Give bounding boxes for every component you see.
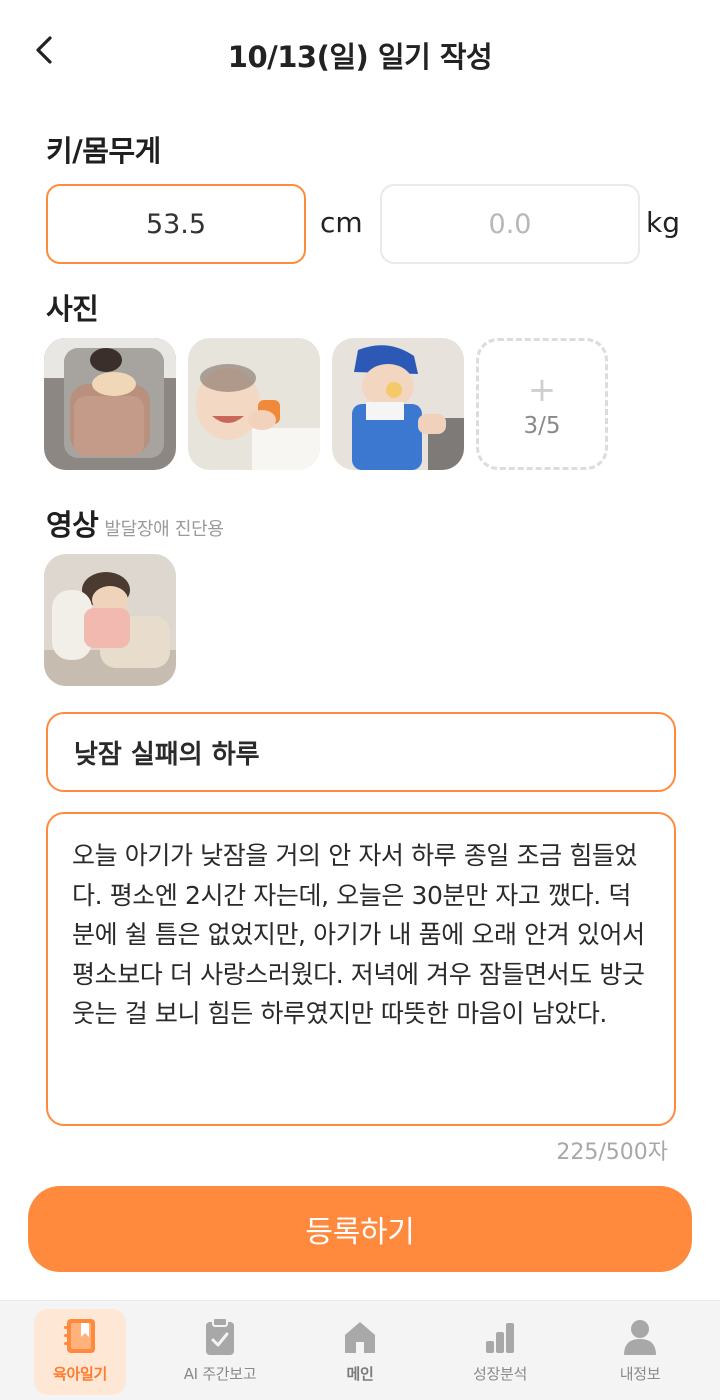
- video-section-label: 영상 발달장애 진단용: [46, 502, 224, 544]
- video-thumbnail[interactable]: [44, 554, 176, 686]
- diary-title-input[interactable]: 낮잠 실패의 하루: [46, 712, 676, 792]
- tab-diary[interactable]: 육아일기: [34, 1309, 126, 1395]
- weight-unit: kg: [646, 206, 680, 239]
- diary-body-textarea[interactable]: 오늘 아기가 낮잠을 거의 안 자서 하루 종일 조금 힘들었다. 평소엔 2시…: [46, 812, 676, 1126]
- bottom-tab-bar: 육아일기 AI 주간보고 메인 성장분석 내정보: [0, 1300, 720, 1400]
- clipboard-icon: [206, 1317, 234, 1355]
- char-count: 225/500자: [556, 1140, 668, 1165]
- weight-input[interactable]: 0.0: [380, 184, 640, 264]
- tab-ai-weekly-report-label: AI 주간보고: [183, 1365, 257, 1383]
- tab-ai-weekly-report[interactable]: AI 주간보고: [174, 1309, 266, 1395]
- page-title: 10/13(일) 일기 작성: [227, 40, 493, 74]
- photo-thumbnail-1[interactable]: [44, 338, 176, 470]
- tab-main-label: 메인: [346, 1365, 374, 1383]
- tab-growth-analysis[interactable]: 성장분석: [454, 1309, 546, 1395]
- tab-growth-analysis-label: 성장분석: [472, 1365, 527, 1383]
- plus-icon: +: [527, 370, 557, 410]
- photo-section-label: 사진: [46, 292, 99, 326]
- person-icon: [624, 1320, 656, 1355]
- tab-my-info-label: 내정보: [619, 1365, 661, 1383]
- tab-main[interactable]: 메인: [314, 1309, 406, 1395]
- submit-button[interactable]: 등록하기: [28, 1186, 692, 1272]
- video-label: 영상: [46, 508, 99, 542]
- add-photo-button[interactable]: + 3/5: [476, 338, 608, 470]
- height-input[interactable]: 53.5: [46, 184, 306, 264]
- bar-chart-icon: [486, 1323, 514, 1353]
- measure-section-label: 키/몸무게: [46, 134, 161, 168]
- diary-icon: [64, 1319, 95, 1353]
- photo-count: 3/5: [523, 413, 561, 439]
- tab-diary-label: 육아일기: [52, 1365, 107, 1383]
- tab-my-info[interactable]: 내정보: [594, 1309, 686, 1395]
- photo-thumbnail-2[interactable]: [188, 338, 320, 470]
- home-icon: [345, 1322, 375, 1353]
- photo-thumbnail-3[interactable]: [332, 338, 464, 470]
- height-unit: cm: [320, 206, 363, 239]
- video-sublabel: 발달장애 진단용: [104, 519, 224, 540]
- header: 10/13(일) 일기 작성: [0, 0, 720, 104]
